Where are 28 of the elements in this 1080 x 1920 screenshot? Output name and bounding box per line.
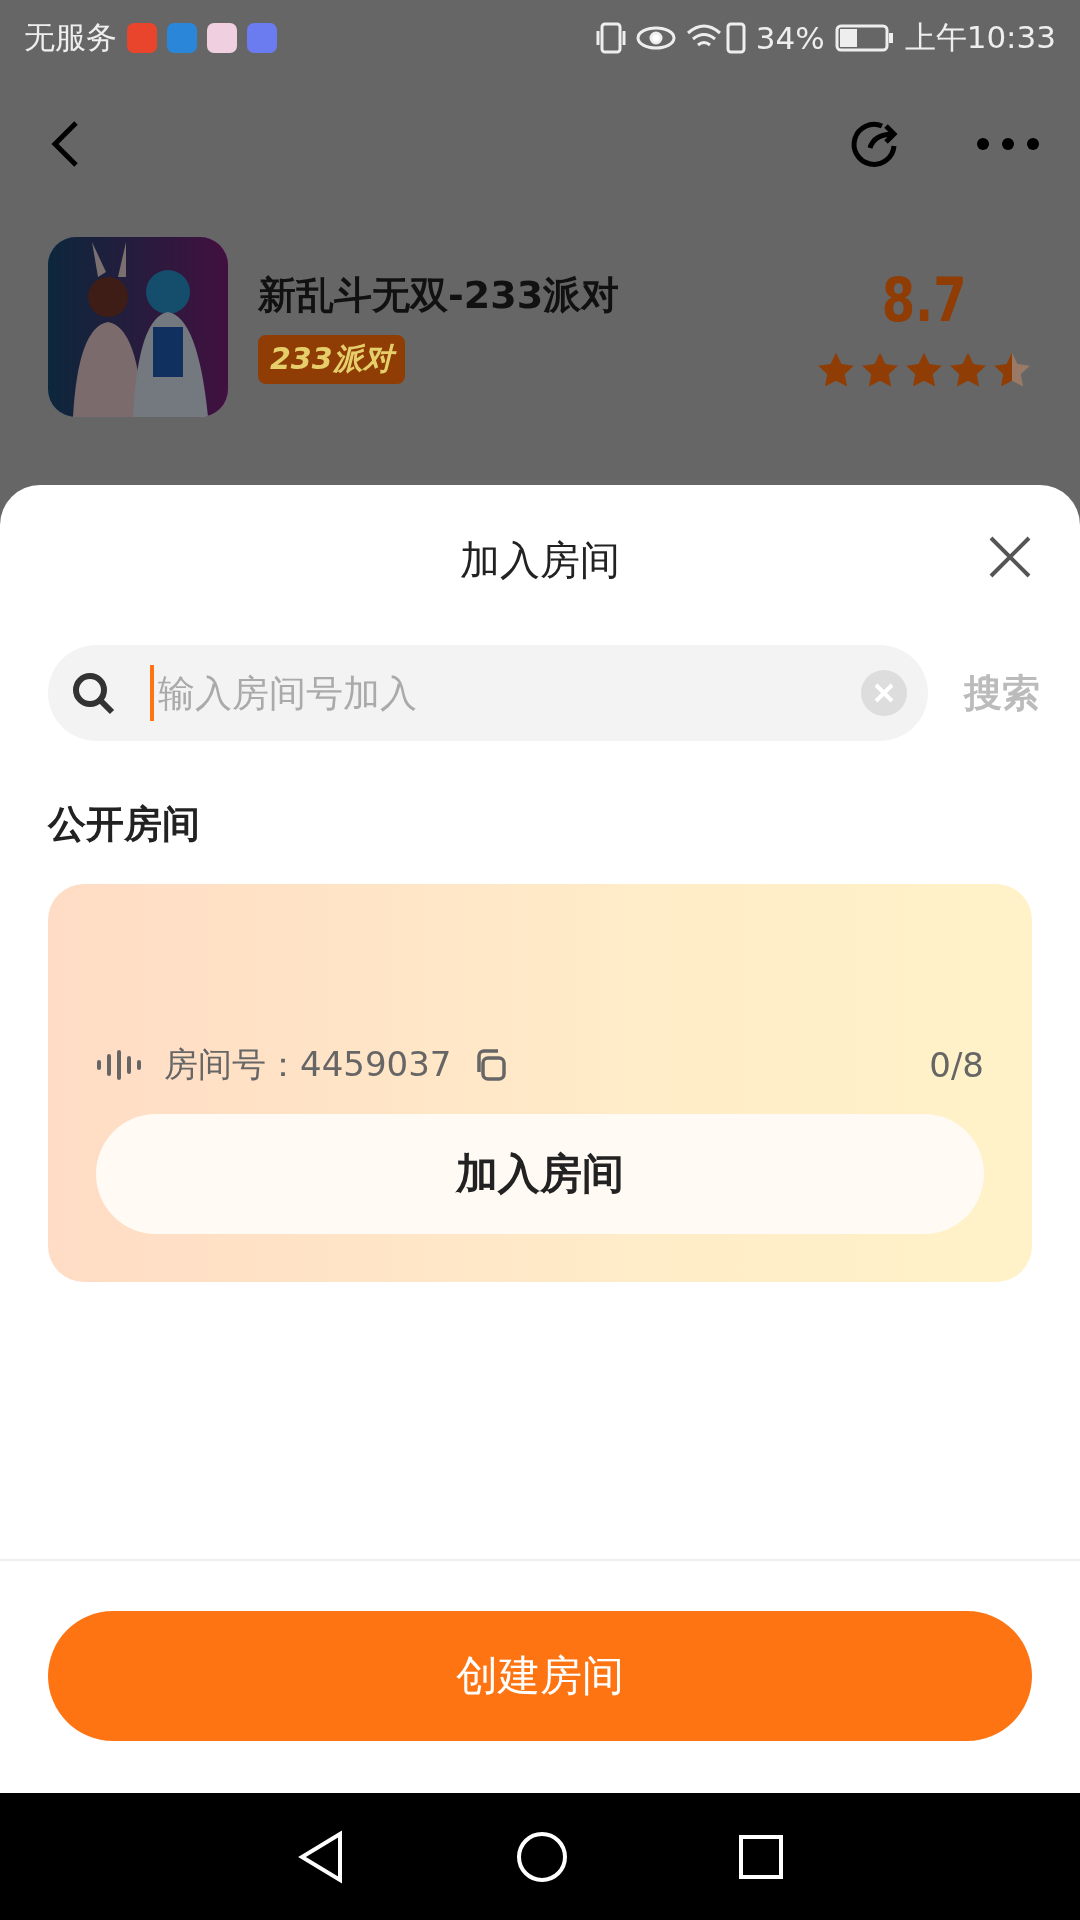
star-icon	[860, 351, 900, 389]
back-button[interactable]	[50, 118, 80, 169]
home-nav-button[interactable]	[516, 1830, 568, 1883]
star-icon	[816, 351, 856, 389]
more-button[interactable]	[976, 136, 1040, 151]
recents-nav-button[interactable]	[738, 1833, 784, 1880]
section-title: 公开房间	[46, 801, 201, 848]
battery-percent: 34%	[755, 20, 825, 56]
room-number: 房间号：4459037	[164, 1043, 452, 1086]
star-icon	[904, 351, 944, 389]
rating-score: 8.7	[881, 265, 967, 335]
carrier-text: 无服务	[24, 18, 117, 57]
search-input[interactable]: 输入房间号加入	[150, 665, 826, 721]
close-button[interactable]	[988, 535, 1032, 579]
search-field[interactable]: 输入房间号加入	[48, 645, 928, 741]
search-icon	[70, 670, 116, 716]
clock-time: 上午10:33	[904, 18, 1056, 57]
game-tag: 233派对	[258, 335, 405, 384]
join-room-button[interactable]: 加入房间	[96, 1114, 984, 1234]
member-count: 0/8	[929, 1045, 984, 1085]
sheet-title: 加入房间	[460, 535, 620, 585]
create-room-button[interactable]: 创建房间	[48, 1611, 1032, 1741]
search-button[interactable]: 搜索	[964, 667, 1040, 719]
game-title: 新乱斗无双-233派对	[258, 272, 621, 319]
star-icon	[992, 351, 1032, 389]
star-icon	[948, 351, 988, 389]
voice-icon	[96, 1050, 142, 1080]
battery-icon	[834, 23, 895, 53]
